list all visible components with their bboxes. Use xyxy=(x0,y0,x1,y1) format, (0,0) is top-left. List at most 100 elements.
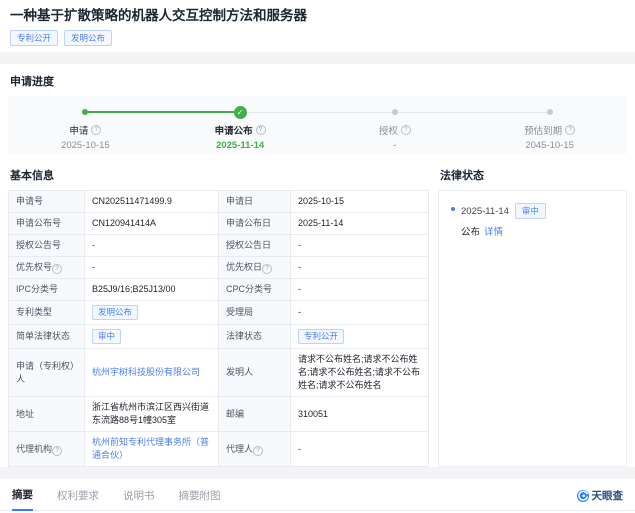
tianyancha-eye-icon xyxy=(576,489,589,502)
status-tag: 审中 xyxy=(514,203,546,219)
table-row: 地址 浙江省杭州市滨江区西兴街道东流路88号1幢305室 邮编 310051 xyxy=(8,396,429,432)
legal-status-date: 2025-11-14 xyxy=(461,205,509,217)
tab-description[interactable]: 说明书 xyxy=(123,488,155,510)
legal-status-section-title: 法律状态 xyxy=(440,170,484,182)
field-label: IPC分类号 xyxy=(8,278,85,301)
main-section: 申请进度 申请? 2025-10-15 ✓ 申请公布? 2025-11-14 授权? - 预估… xyxy=(0,64,635,467)
status-tag: 审中 xyxy=(84,324,219,349)
info-icon: ? xyxy=(91,125,102,135)
legal-status-item: 2025-11-14 审中 公布 详情 xyxy=(449,203,616,238)
field-label: 简单法律状态 xyxy=(8,324,85,349)
section-divider xyxy=(0,467,635,479)
legal-event-label: 公布 xyxy=(461,227,481,238)
tab-abstract-drawing[interactable]: 摘要附图 xyxy=(179,488,221,510)
entity-link[interactable]: 杭州前知专利代理事务所（普通合伙） xyxy=(84,431,219,467)
field-value: - xyxy=(290,300,429,325)
tab-bar: 摘要 权利要求 说明书 摘要附图 天眼查 xyxy=(0,479,635,511)
field-value: 310051 xyxy=(290,396,429,432)
step-date: 2045-10-15 xyxy=(525,140,574,151)
field-label: CPC分类号 xyxy=(218,278,291,301)
step-dot-icon xyxy=(546,109,553,115)
field-label: 代理机构? xyxy=(8,431,85,467)
brand-logo: 天眼查 xyxy=(576,488,624,510)
page-header: 一种基于扩散策略的机器人交互控制方法和服务器 专利公开 发明公布 xyxy=(0,0,635,52)
step-label: 申请 xyxy=(69,126,89,137)
patent-tags: 专利公开 发明公布 xyxy=(10,30,625,46)
legal-status-card: 2025-11-14 审中 公布 详情 xyxy=(438,190,627,467)
field-label: 代理人? xyxy=(218,431,291,467)
entity-link[interactable]: 杭州宇树科技股份有限公司 xyxy=(84,348,219,397)
step-date: - xyxy=(393,140,397,151)
basic-info-section-title: 基本信息 xyxy=(10,170,54,182)
field-label: 申请（专利权）人 xyxy=(8,348,85,397)
basic-info-table: 申请号 CN202511471499.9 申请日 2025-10-15 申请公布号 CN1… xyxy=(8,190,429,467)
field-label: 法律状态 xyxy=(218,324,291,349)
field-value: - xyxy=(84,234,219,257)
field-value: 2025-10-15 xyxy=(290,190,429,213)
field-label: 发明人 xyxy=(218,348,291,397)
step-label: 申请公布 xyxy=(214,126,253,137)
field-label: 专利类型 xyxy=(8,300,85,325)
table-row: 专利类型 发明公布 受理局 - xyxy=(8,300,429,325)
field-label: 优先权号? xyxy=(8,256,85,279)
document-section: 摘要权利要求说明书摘要附图 天眼查 本发明公开了一种基于扩散策略的机器人交互控制… xyxy=(0,479,635,513)
step-date: 2025-11-14 xyxy=(216,140,265,151)
status-tag: 发明公布 xyxy=(64,30,113,46)
progress-step: 申请? 2025-10-15 xyxy=(8,105,163,154)
step-dot-icon xyxy=(391,109,398,115)
progress-section-title: 申请进度 xyxy=(10,76,54,88)
step-label: 授权 xyxy=(378,126,398,137)
info-icon: ? xyxy=(565,125,576,135)
info-icon: ? xyxy=(255,125,266,135)
table-row: IPC分类号 B25J9/16;B25J13/00 CPC分类号 - xyxy=(8,278,429,301)
field-value: - xyxy=(290,278,429,301)
info-icon: ? xyxy=(253,445,264,456)
field-label: 申请日 xyxy=(218,190,291,213)
page-title: 一种基于扩散策略的机器人交互控制方法和服务器 xyxy=(10,8,307,23)
field-label: 申请号 xyxy=(8,190,85,213)
brand-name: 天眼查 xyxy=(591,490,624,502)
status-tag: 发明公布 xyxy=(84,300,219,325)
field-value: B25J9/16;B25J13/00 xyxy=(84,278,219,301)
field-value: CN120941414A xyxy=(84,212,219,235)
progress-timeline: 申请? 2025-10-15 ✓ 申请公布? 2025-11-14 授权? - 预估到期? 20… xyxy=(8,96,627,154)
table-row: 授权公告号 - 授权公告日 - xyxy=(8,234,429,257)
field-label: 地址 xyxy=(8,396,85,432)
bullet-icon xyxy=(451,207,455,211)
field-label: 受理局 xyxy=(218,300,291,325)
field-label: 申请公布日 xyxy=(218,212,291,235)
info-icon: ? xyxy=(52,445,63,456)
field-label: 优先权日? xyxy=(218,256,291,279)
info-icon: ? xyxy=(52,264,63,274)
status-tag: 专利公开 xyxy=(290,324,429,349)
table-row: 申请号 CN202511471499.9 申请日 2025-10-15 xyxy=(8,190,429,213)
field-value: 请求不公布姓名;请求不公布姓名;请求不公布姓名;请求不公布姓名;请求不公布姓名 xyxy=(290,348,429,397)
info-icon: ? xyxy=(262,264,273,274)
check-icon: ✓ xyxy=(233,105,247,119)
field-label: 授权公告日 xyxy=(218,234,291,257)
section-divider xyxy=(0,52,635,64)
tab-abstract[interactable]: 摘要 xyxy=(12,487,33,511)
table-row: 申请公布号 CN120941414A 申请公布日 2025-11-14 xyxy=(8,212,429,235)
step-label: 预估到期 xyxy=(524,126,563,137)
step-date: 2025-10-15 xyxy=(61,140,110,151)
table-row: 优先权号? - 优先权日? - xyxy=(8,256,429,279)
tab-claims[interactable]: 权利要求 xyxy=(57,488,99,510)
field-value: 浙江省杭州市滨江区西兴街道东流路88号1幢305室 xyxy=(84,396,219,432)
table-row: 代理机构? 杭州前知专利代理事务所（普通合伙） 代理人? - xyxy=(8,431,429,467)
progress-step: 授权? - xyxy=(318,105,473,154)
field-label: 授权公告号 xyxy=(8,234,85,257)
table-row: 简单法律状态 审中 法律状态 专利公开 xyxy=(8,324,429,349)
status-tag: 专利公开 xyxy=(10,30,59,46)
field-value: - xyxy=(84,256,219,279)
progress-step: 预估到期? 2045-10-15 xyxy=(472,105,627,154)
info-icon: ? xyxy=(400,125,411,135)
legal-detail-link[interactable]: 详情 xyxy=(484,227,503,238)
table-row: 申请（专利权）人 杭州宇树科技股份有限公司 发明人 请求不公布姓名;请求不公布姓名;请… xyxy=(8,348,429,397)
field-value: - xyxy=(290,431,429,467)
field-value: CN202511471499.9 xyxy=(84,190,219,213)
field-value: - xyxy=(290,234,429,257)
field-label: 申请公布号 xyxy=(8,212,85,235)
progress-step: ✓ 申请公布? 2025-11-14 xyxy=(163,105,318,154)
step-dot-icon xyxy=(82,109,89,115)
